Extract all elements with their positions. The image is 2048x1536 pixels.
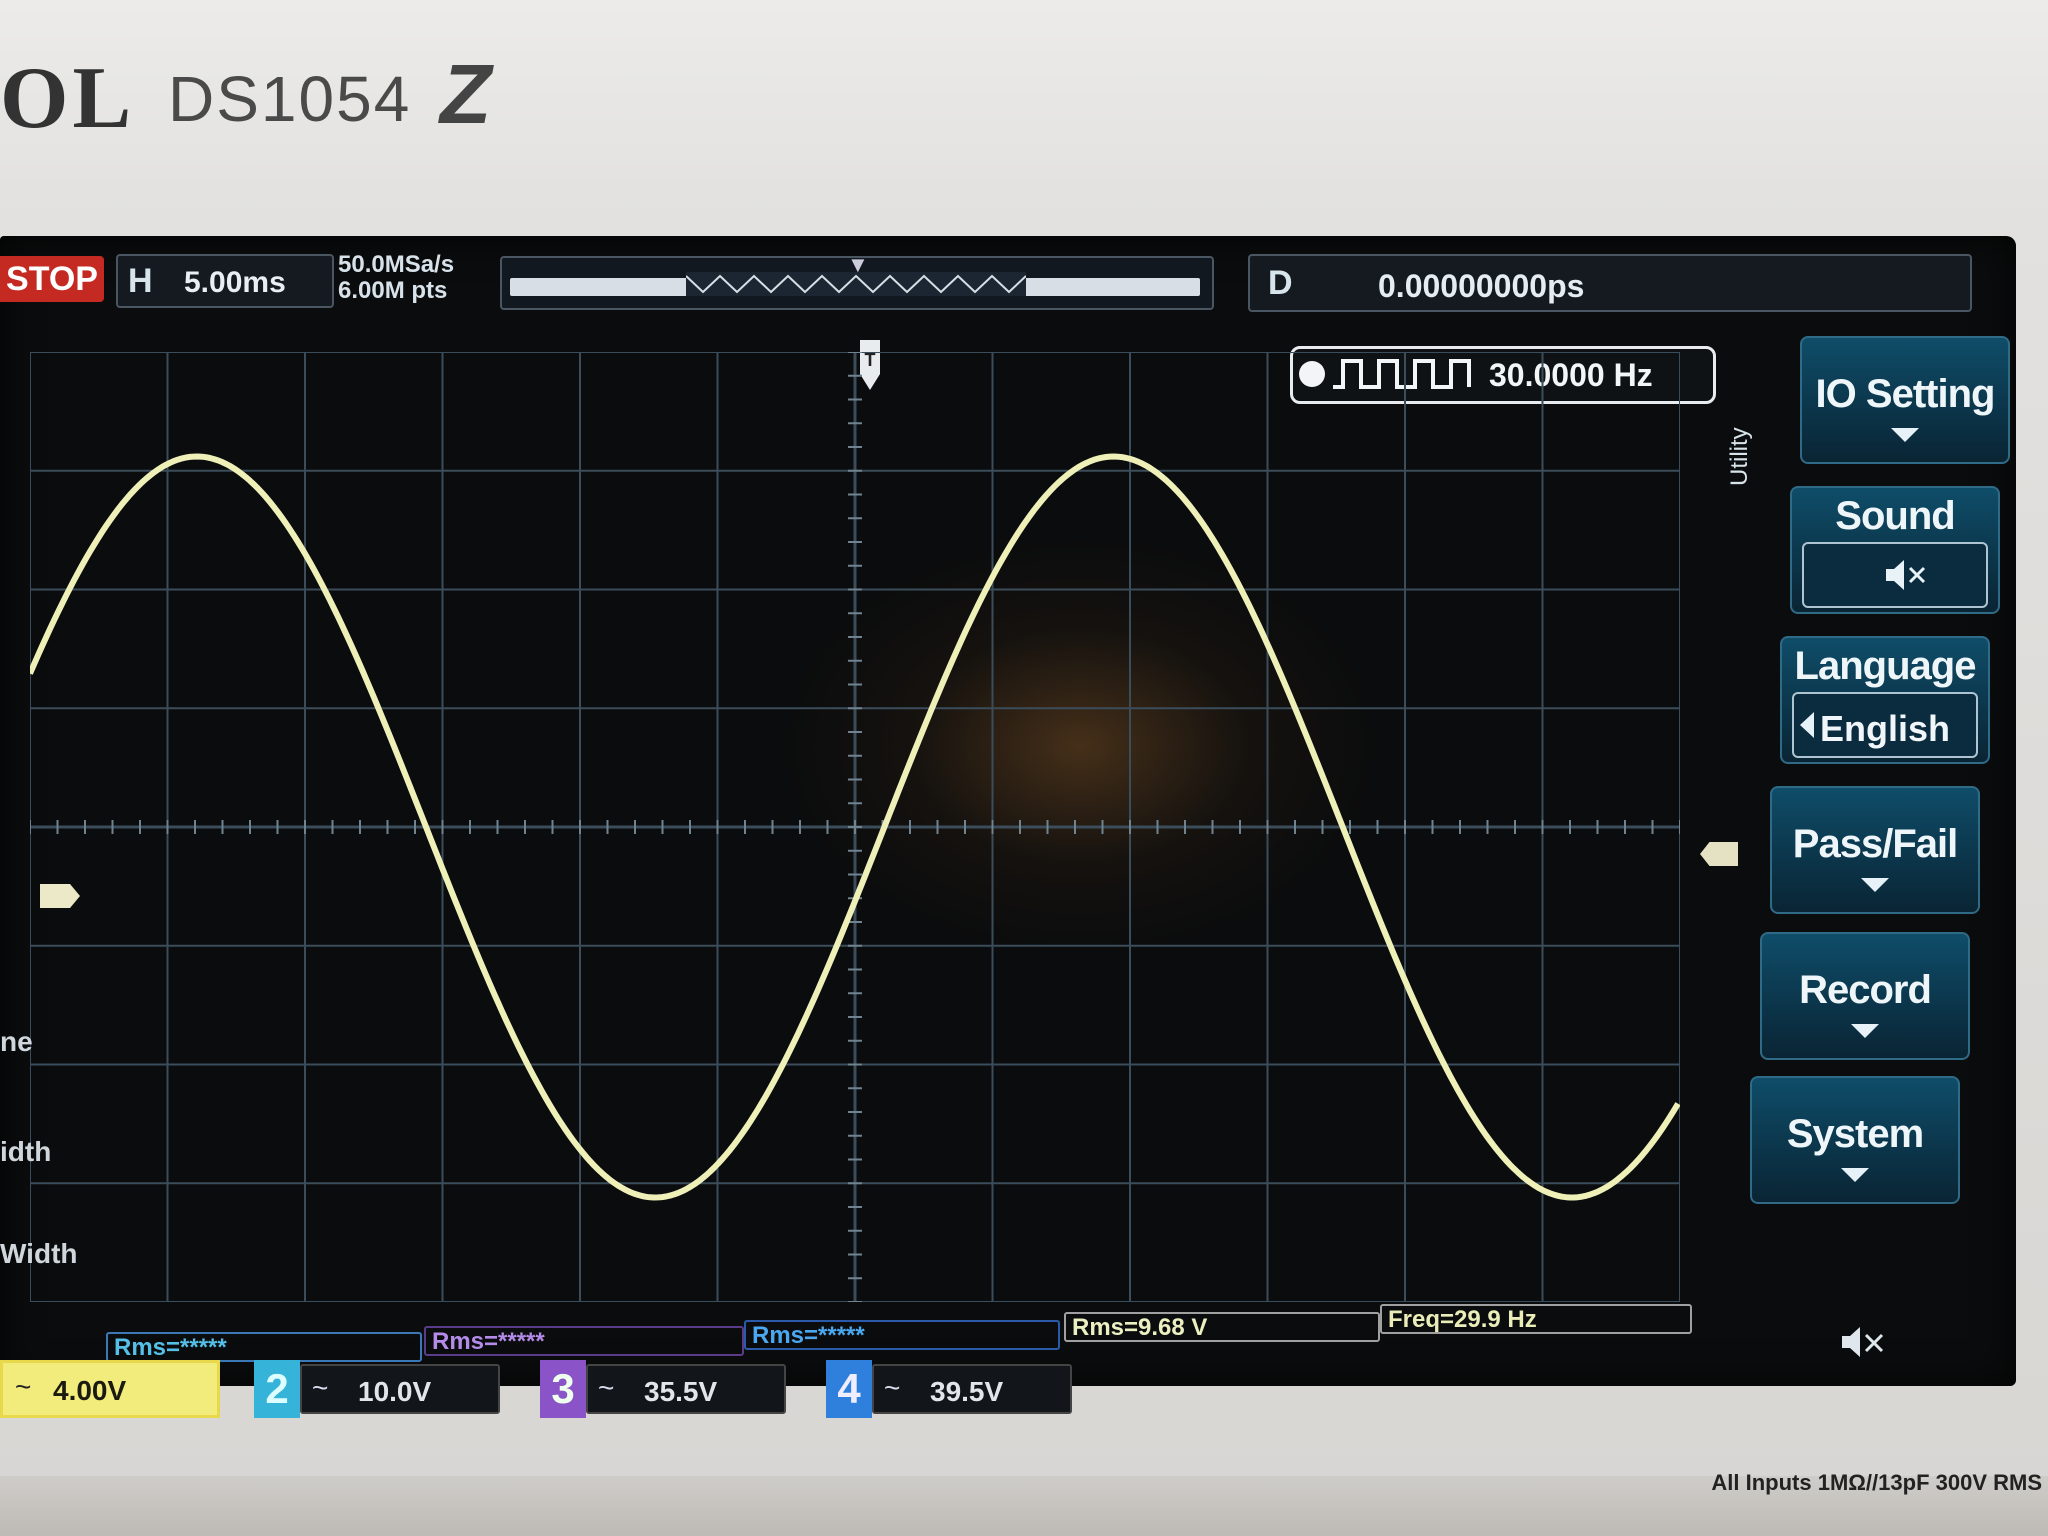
chevron-down-icon bbox=[1861, 878, 1889, 892]
channel-4-scale: 39.5V bbox=[930, 1376, 1004, 1407]
timebase-display[interactable]: H 5.00ms bbox=[116, 254, 334, 308]
measurement-rms[interactable]: Rms=9.68 V bbox=[1064, 1312, 1380, 1342]
pass-fail-label: Pass/Fail bbox=[1792, 822, 1958, 866]
chevron-down-icon bbox=[1851, 1024, 1879, 1038]
memory-depth: 6.00M pts bbox=[338, 277, 448, 304]
channel-2-scale: 10.0V bbox=[358, 1376, 432, 1407]
sound-label: Sound bbox=[1835, 494, 1955, 538]
sound-value bbox=[1802, 542, 1988, 608]
left-menu-label-3: Width bbox=[0, 1238, 78, 1269]
input-spec-label: All Inputs 1MΩ//13pF 300V RMS bbox=[1711, 1470, 2042, 1495]
channel-1-coupling: ~ bbox=[15, 1371, 32, 1402]
pass-fail-button[interactable]: Pass/Fail bbox=[1770, 786, 1980, 914]
oscilloscope-screen: STOP H 5.00ms 50.0MSa/s 6.00M pts ▼ D 0.… bbox=[0, 236, 2016, 1418]
grid-lines bbox=[30, 352, 1680, 1302]
measurement-frequency[interactable]: Freq=29.9 Hz bbox=[1380, 1304, 1692, 1334]
left-menu-label-1: ne bbox=[0, 1026, 33, 1057]
graticule bbox=[30, 352, 1680, 1302]
sound-button[interactable]: Sound bbox=[1790, 486, 2000, 614]
measurement-2[interactable]: Rms=***** bbox=[424, 1326, 744, 1356]
memory-overview-bar[interactable]: ▼ bbox=[500, 252, 1214, 310]
utility-menu: Utility IO Setting Sound Language Englis… bbox=[1700, 336, 2016, 1326]
channel-3-coupling: ~ bbox=[598, 1372, 615, 1403]
status-bar: STOP H 5.00ms 50.0MSa/s 6.00M pts ▼ D 0.… bbox=[0, 244, 2010, 312]
speaker-mute-icon[interactable] bbox=[1838, 1322, 1888, 1362]
left-menu-label-2: idth bbox=[0, 1136, 52, 1167]
horizontal-label: H bbox=[128, 262, 153, 300]
delay-label: D bbox=[1268, 264, 1293, 302]
chevron-down-icon bbox=[1891, 428, 1919, 442]
delay-display[interactable]: D 0.00000000ps bbox=[1248, 254, 1972, 312]
delay-value: 0.00000000ps bbox=[1378, 268, 1585, 304]
io-setting-button[interactable]: IO Setting bbox=[1800, 336, 2010, 464]
run-stop-indicator[interactable]: STOP bbox=[0, 256, 104, 302]
channel-2-coupling: ~ bbox=[312, 1372, 329, 1403]
channel-4-box[interactable]: ~ 39.5V bbox=[872, 1364, 1072, 1414]
model-suffix: Z bbox=[440, 47, 492, 141]
measurement-1[interactable]: Rms=***** bbox=[106, 1332, 422, 1362]
channel-3-scale: 35.5V bbox=[644, 1376, 718, 1407]
channel-1-scale: 4.00V bbox=[53, 1375, 127, 1406]
channel-1-box[interactable]: ~ 4.00V bbox=[0, 1360, 220, 1418]
channel-2-number[interactable]: 2 bbox=[254, 1360, 300, 1418]
system-button[interactable]: System bbox=[1750, 1076, 1960, 1204]
model-label: DS1054 bbox=[168, 63, 412, 135]
language-label: Language bbox=[1794, 644, 1977, 688]
mute-icon bbox=[1886, 560, 1926, 590]
channel-4-coupling: ~ bbox=[884, 1372, 901, 1403]
chevron-down-icon bbox=[1841, 1168, 1869, 1182]
menu-title: Utility bbox=[1726, 427, 1753, 486]
language-value-text: English bbox=[1819, 708, 1950, 749]
record-label: Record bbox=[1799, 968, 1932, 1012]
system-label: System bbox=[1786, 1112, 1924, 1156]
channel-2-box[interactable]: ~ 10.0V bbox=[300, 1364, 500, 1414]
record-button[interactable]: Record bbox=[1760, 932, 1970, 1060]
sample-rate: 50.0MSa/s bbox=[338, 251, 455, 278]
channel-3-box[interactable]: ~ 35.5V bbox=[586, 1364, 786, 1414]
acquisition-info: 50.0MSa/s 6.00M pts bbox=[338, 252, 454, 304]
trigger-position-marker: ▼ bbox=[847, 252, 869, 277]
io-setting-label: IO Setting bbox=[1815, 372, 1996, 416]
language-button[interactable]: Language English bbox=[1780, 636, 1990, 764]
channel-strip: ~ 4.00V 2 ~ 10.0V 3 ~ 35.5V 4 ~ 39.5V bbox=[0, 1360, 1100, 1422]
timebase-value: 5.00ms bbox=[184, 266, 286, 299]
language-value: English bbox=[1792, 692, 1978, 758]
channel-4-number[interactable]: 4 bbox=[826, 1360, 872, 1418]
channel-3-number[interactable]: 3 bbox=[540, 1360, 586, 1418]
measurement-3[interactable]: Rms=***** bbox=[744, 1320, 1060, 1350]
brand-logo: OL bbox=[0, 50, 136, 147]
